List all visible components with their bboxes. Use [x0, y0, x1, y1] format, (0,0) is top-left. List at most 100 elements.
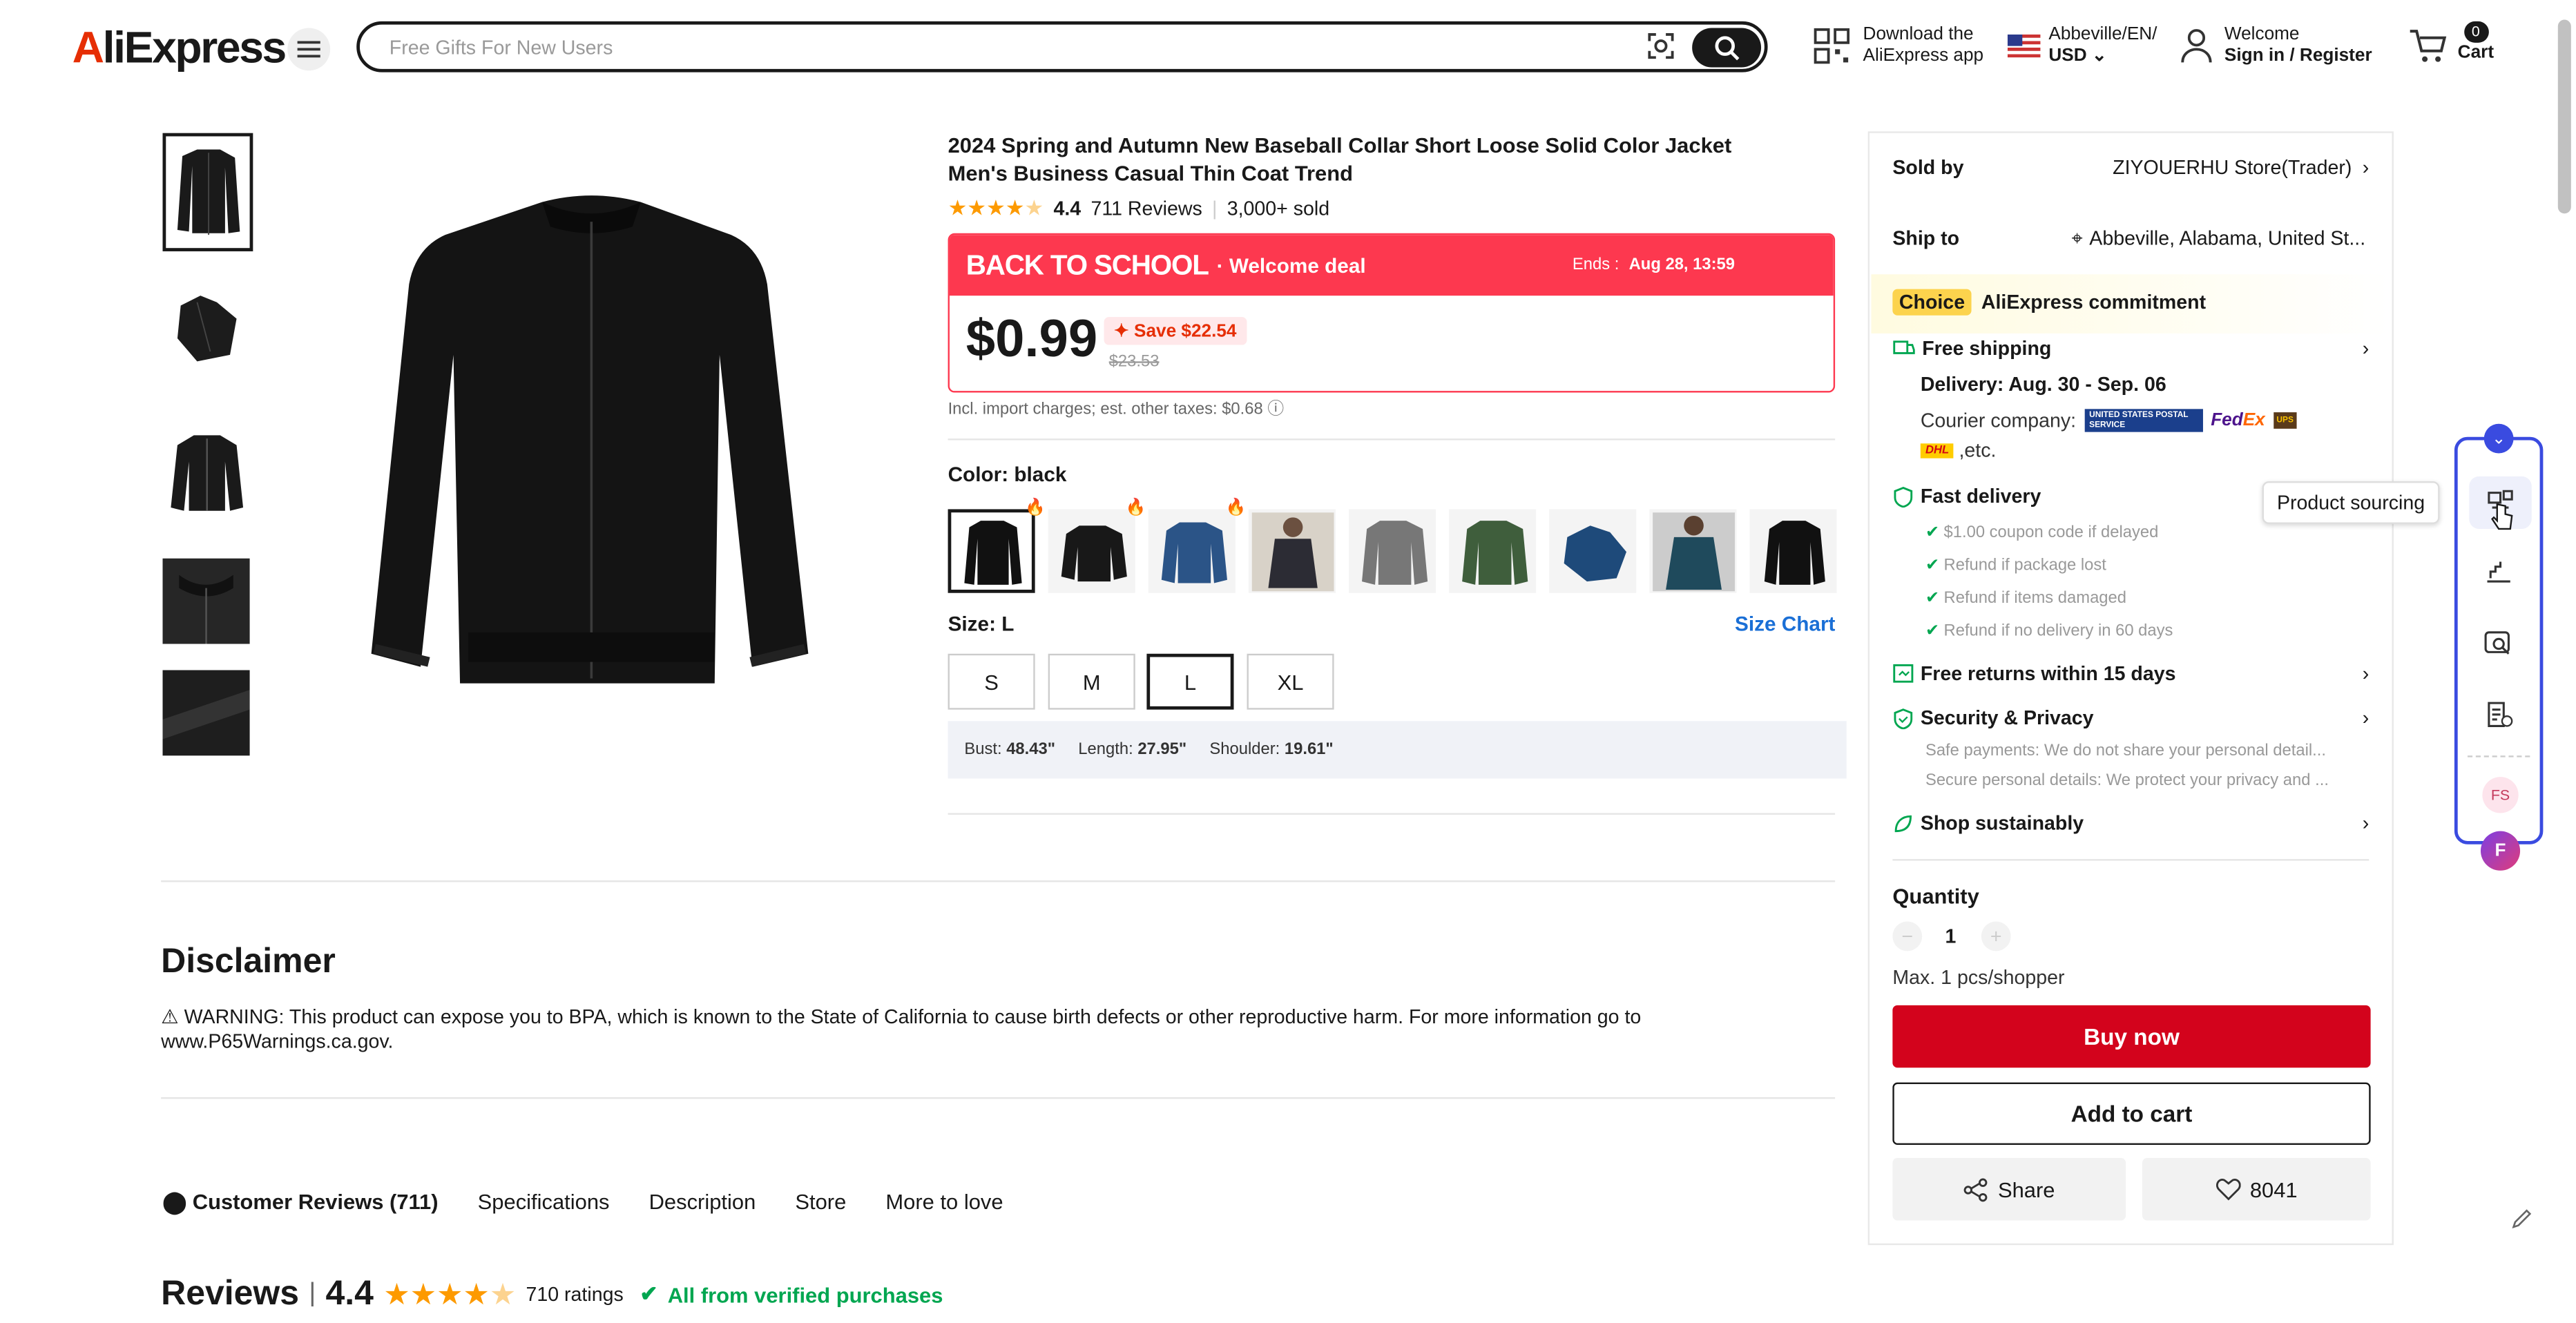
- reviews-link[interactable]: 711 Reviews: [1090, 197, 1202, 220]
- user-icon: [2181, 29, 2212, 63]
- search-bar: [356, 21, 1768, 73]
- size-m-button[interactable]: M: [1048, 653, 1135, 710]
- size-label: Size: L: [948, 612, 1015, 636]
- thumbnail-1[interactable]: [162, 133, 253, 251]
- sustainably-row[interactable]: Shop sustainably ›: [1892, 811, 2369, 834]
- dhl-logo: DHL: [1920, 443, 1954, 458]
- bust-label: Bust:: [964, 740, 1002, 760]
- ship-to-selector[interactable]: ⌖ Abbeville, Alabama, United St...: [2072, 226, 2365, 251]
- model-teal-jacket-swatch: [1651, 511, 1734, 591]
- price-compare-icon[interactable]: [2484, 702, 2514, 728]
- buy-now-button[interactable]: Buy now: [1892, 1005, 2371, 1068]
- thumbnail-5[interactable]: [162, 670, 250, 756]
- banner-title: BACK TO SCHOOL: [965, 249, 1209, 280]
- security-item: Safe payments: We do not share your pers…: [1925, 742, 2327, 761]
- page-scrollbar-thumb[interactable]: [2557, 19, 2571, 214]
- thumbnail-3[interactable]: [162, 430, 250, 516]
- size-chart-link[interactable]: Size Chart: [1735, 612, 1835, 635]
- image-search-icon[interactable]: [1646, 31, 1676, 61]
- currency: USD: [2048, 46, 2087, 66]
- max-per-shopper: Max. 1 pcs/shopper: [1892, 965, 2065, 989]
- security-row[interactable]: Security & Privacy ›: [1892, 706, 2369, 729]
- disclaimer-title: Disclaimer: [161, 943, 336, 981]
- color-swatch-3[interactable]: [1148, 509, 1236, 593]
- info-icon[interactable]: ⓘ: [1267, 400, 1284, 418]
- courier-etc: ,etc.: [1959, 438, 1997, 462]
- product-tabs: ⬤ Customer Reviews (711) Specifications …: [163, 1189, 1003, 1215]
- sold-by-label: Sold by: [1892, 155, 1964, 180]
- security-item: Secure personal details: We protect your…: [1925, 772, 2329, 791]
- color-swatch-6[interactable]: [1449, 509, 1537, 593]
- store-link[interactable]: ZIYOUERHU Store(Trader) ›: [2113, 156, 2369, 179]
- aliexpress-logo[interactable]: AliExpress: [73, 23, 287, 74]
- black-jacket-swatch: [963, 519, 1021, 584]
- color-swatch-5[interactable]: [1348, 509, 1436, 593]
- chevron-right-icon: ›: [2362, 706, 2370, 730]
- free-returns-row[interactable]: Free returns within 15 days ›: [1892, 662, 2369, 685]
- green-jacket-swatch: [1461, 519, 1528, 584]
- menu-button[interactable]: [287, 28, 331, 71]
- color-swatch-4[interactable]: [1248, 509, 1336, 593]
- tab-more-to-love[interactable]: More to love: [885, 1189, 1003, 1215]
- region-line1: Abbeville/EN/: [2048, 24, 2157, 45]
- tax-text: Incl. import charges; est. other taxes: …: [948, 400, 1263, 419]
- fast-item: Refund if package lost: [1943, 557, 2106, 575]
- thumbnail-4[interactable]: [162, 558, 250, 644]
- navy-jacket-swatch: [1563, 525, 1626, 581]
- color-swatch-1[interactable]: [948, 509, 1035, 593]
- commitment-text: AliExpress commitment: [1981, 291, 2207, 314]
- price-trend-icon[interactable]: [2484, 559, 2514, 585]
- collapse-toolbar-button[interactable]: ⌄: [2483, 423, 2514, 454]
- wishlist-button[interactable]: 8041: [2142, 1158, 2371, 1221]
- color-swatch-2[interactable]: [1048, 509, 1135, 593]
- reviews-title: Reviews: [161, 1274, 300, 1313]
- check-icon: ✔: [1925, 557, 1939, 575]
- share-button[interactable]: Share: [1892, 1158, 2126, 1221]
- reviews-score: 4.4: [325, 1274, 374, 1313]
- likes-count: 8041: [2249, 1177, 2298, 1202]
- main-product-image[interactable]: [369, 189, 813, 698]
- reviews-stars-icon: ★★★★★: [383, 1277, 517, 1311]
- ends-time: Aug 28, 13:59: [1628, 256, 1736, 275]
- fast-delivery-label: Fast delivery: [1920, 484, 2041, 508]
- ends-label: Ends :: [1572, 256, 1619, 275]
- add-to-cart-button[interactable]: Add to cart: [1892, 1082, 2371, 1146]
- share-icon: [1963, 1177, 1988, 1201]
- tab-store[interactable]: Store: [795, 1189, 846, 1215]
- tab-description[interactable]: Description: [649, 1189, 756, 1215]
- color-swatch-7[interactable]: [1549, 509, 1637, 593]
- quantity-decrease-button[interactable]: −: [1892, 921, 1923, 952]
- product-sourcing-tooltip: Product sourcing: [2262, 481, 2440, 524]
- search-input[interactable]: [389, 32, 1606, 63]
- edit-pencil-icon[interactable]: [2510, 1207, 2533, 1230]
- fs-avatar[interactable]: FS: [2482, 777, 2519, 813]
- sign-in-link[interactable]: Welcome Sign in / Register: [2180, 25, 2372, 68]
- size-s-button[interactable]: S: [948, 653, 1035, 710]
- extension-logo-icon[interactable]: F: [2480, 831, 2521, 871]
- quantity-value[interactable]: 1: [1945, 925, 1956, 947]
- tab-specifications[interactable]: Specifications: [478, 1189, 610, 1215]
- color-swatch-8[interactable]: [1649, 509, 1737, 593]
- download-app-link[interactable]: Download the AliExpress app: [1814, 25, 1983, 68]
- size-l-button[interactable]: L: [1146, 653, 1234, 710]
- tab-customer-reviews[interactable]: ⬤ Customer Reviews (711): [163, 1189, 439, 1215]
- choice-badge: Choice: [1892, 289, 1972, 316]
- disclaimer-body: ⚠ WARNING: This product can expose you t…: [161, 1005, 1642, 1053]
- divider: [1892, 859, 2370, 861]
- jacket-folded-image: [176, 296, 236, 362]
- search-button[interactable]: [1692, 28, 1762, 68]
- size-xl-button[interactable]: XL: [1247, 653, 1334, 710]
- returns-icon: [1893, 664, 1914, 683]
- image-search-tool-icon[interactable]: [2484, 630, 2514, 657]
- thumbnail-2[interactable]: [162, 285, 250, 371]
- flame-icon: ✦: [1113, 322, 1129, 342]
- cart-link[interactable]: 0 Cart: [2408, 21, 2494, 64]
- quantity-increase-button[interactable]: +: [1981, 921, 2011, 952]
- sale-price: $0.99: [965, 309, 1098, 368]
- fast-item: $1.00 coupon code if delayed: [1943, 523, 2159, 543]
- region-selector[interactable]: Abbeville/EN/USD ⌄: [2007, 24, 2157, 68]
- free-shipping-row[interactable]: Free shipping ›: [1892, 337, 2369, 360]
- deal-banner: BACK TO SCHOOL · Welcome deal Ends : Aug…: [948, 233, 1836, 393]
- color-swatch-9[interactable]: [1749, 509, 1837, 593]
- check-icon: ✔: [1925, 589, 1939, 608]
